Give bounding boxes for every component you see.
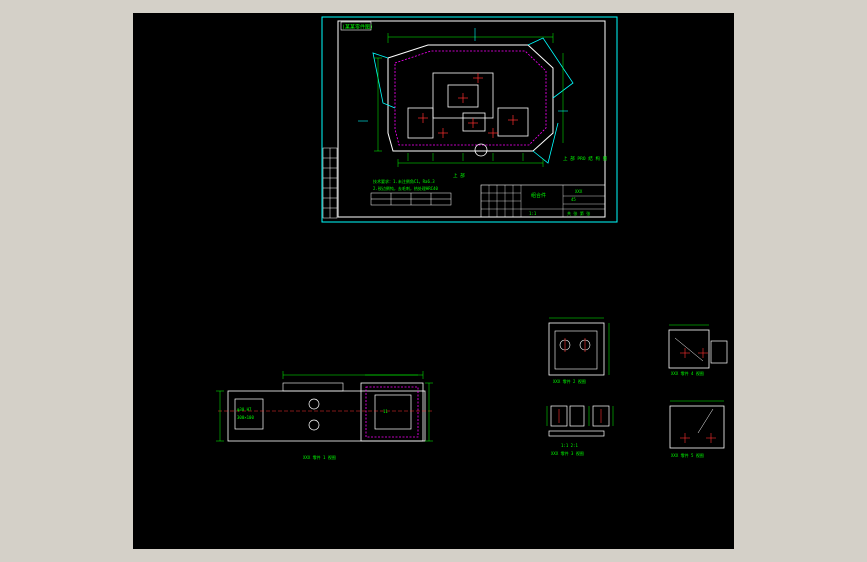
small-bottom-caption: XXX 零件 3 视图: [551, 450, 584, 456]
long-view-label-a: φ30 H7: [237, 407, 252, 412]
small-top-view: XXX 零件 2 视图: [548, 317, 610, 384]
tech-note-2: 2.锐边倒钝，去毛刺，热处理HRC40: [373, 185, 438, 191]
long-view: φ30 H7 300×100 11 XXX 零件 1 视图: [216, 371, 433, 460]
title-block: 组合件 XXX 45 1:1 共 张 第 张: [480, 184, 606, 218]
right-top-caption: XXX 零件 4 视图: [671, 370, 704, 376]
title-block-scale: 1:1: [529, 211, 537, 216]
title-block-title: 组合件: [531, 192, 546, 199]
corner-tag: (某某零件图): [342, 24, 373, 31]
title-block-material: 45: [571, 197, 576, 202]
main-sheet: (某某零件图) 上 部 PRO 结 构 图 上 部 技术要求：1.未注倒角C1，…: [321, 16, 618, 223]
title-block-code: XXX: [575, 189, 583, 194]
right-bottom-caption: XXX 零件 5 视图: [671, 452, 704, 458]
sheet-outer-border: [321, 16, 618, 223]
title-block-sheet: 共 张 第 张: [567, 210, 590, 216]
note-right: 上 部 PRO 结 构 图: [563, 155, 608, 162]
long-view-label-b: 300×100: [237, 415, 254, 420]
revision-column: [322, 147, 338, 219]
small-top-caption: XXX 零件 2 视图: [553, 378, 586, 384]
tech-note-1: 技术要求：1.未注倒角C1，Ra6.3: [373, 178, 435, 184]
small-bottom-pair: 1:1 2:1 XXX 零件 3 视图: [546, 405, 614, 456]
main-part: [358, 28, 574, 167]
long-view-caption: XXX 零件 1 视图: [303, 454, 336, 460]
long-view-label-c: 11: [383, 409, 388, 414]
pair-label: 1:1 2:1: [561, 443, 578, 448]
parts-table: [370, 192, 452, 206]
cad-drawing: (某某零件图) 上 部 PRO 结 构 图 上 部 技术要求：1.未注倒角C1，…: [216, 16, 728, 460]
right-bottom-view: XXX 零件 5 视图: [669, 400, 725, 458]
drawing-canvas[interactable]: (某某零件图) 上 部 PRO 结 构 图 上 部 技术要求：1.未注倒角C1，…: [133, 13, 734, 549]
right-top-view: XXX 零件 4 视图: [668, 324, 728, 376]
note-upper: 上 部: [453, 172, 465, 179]
